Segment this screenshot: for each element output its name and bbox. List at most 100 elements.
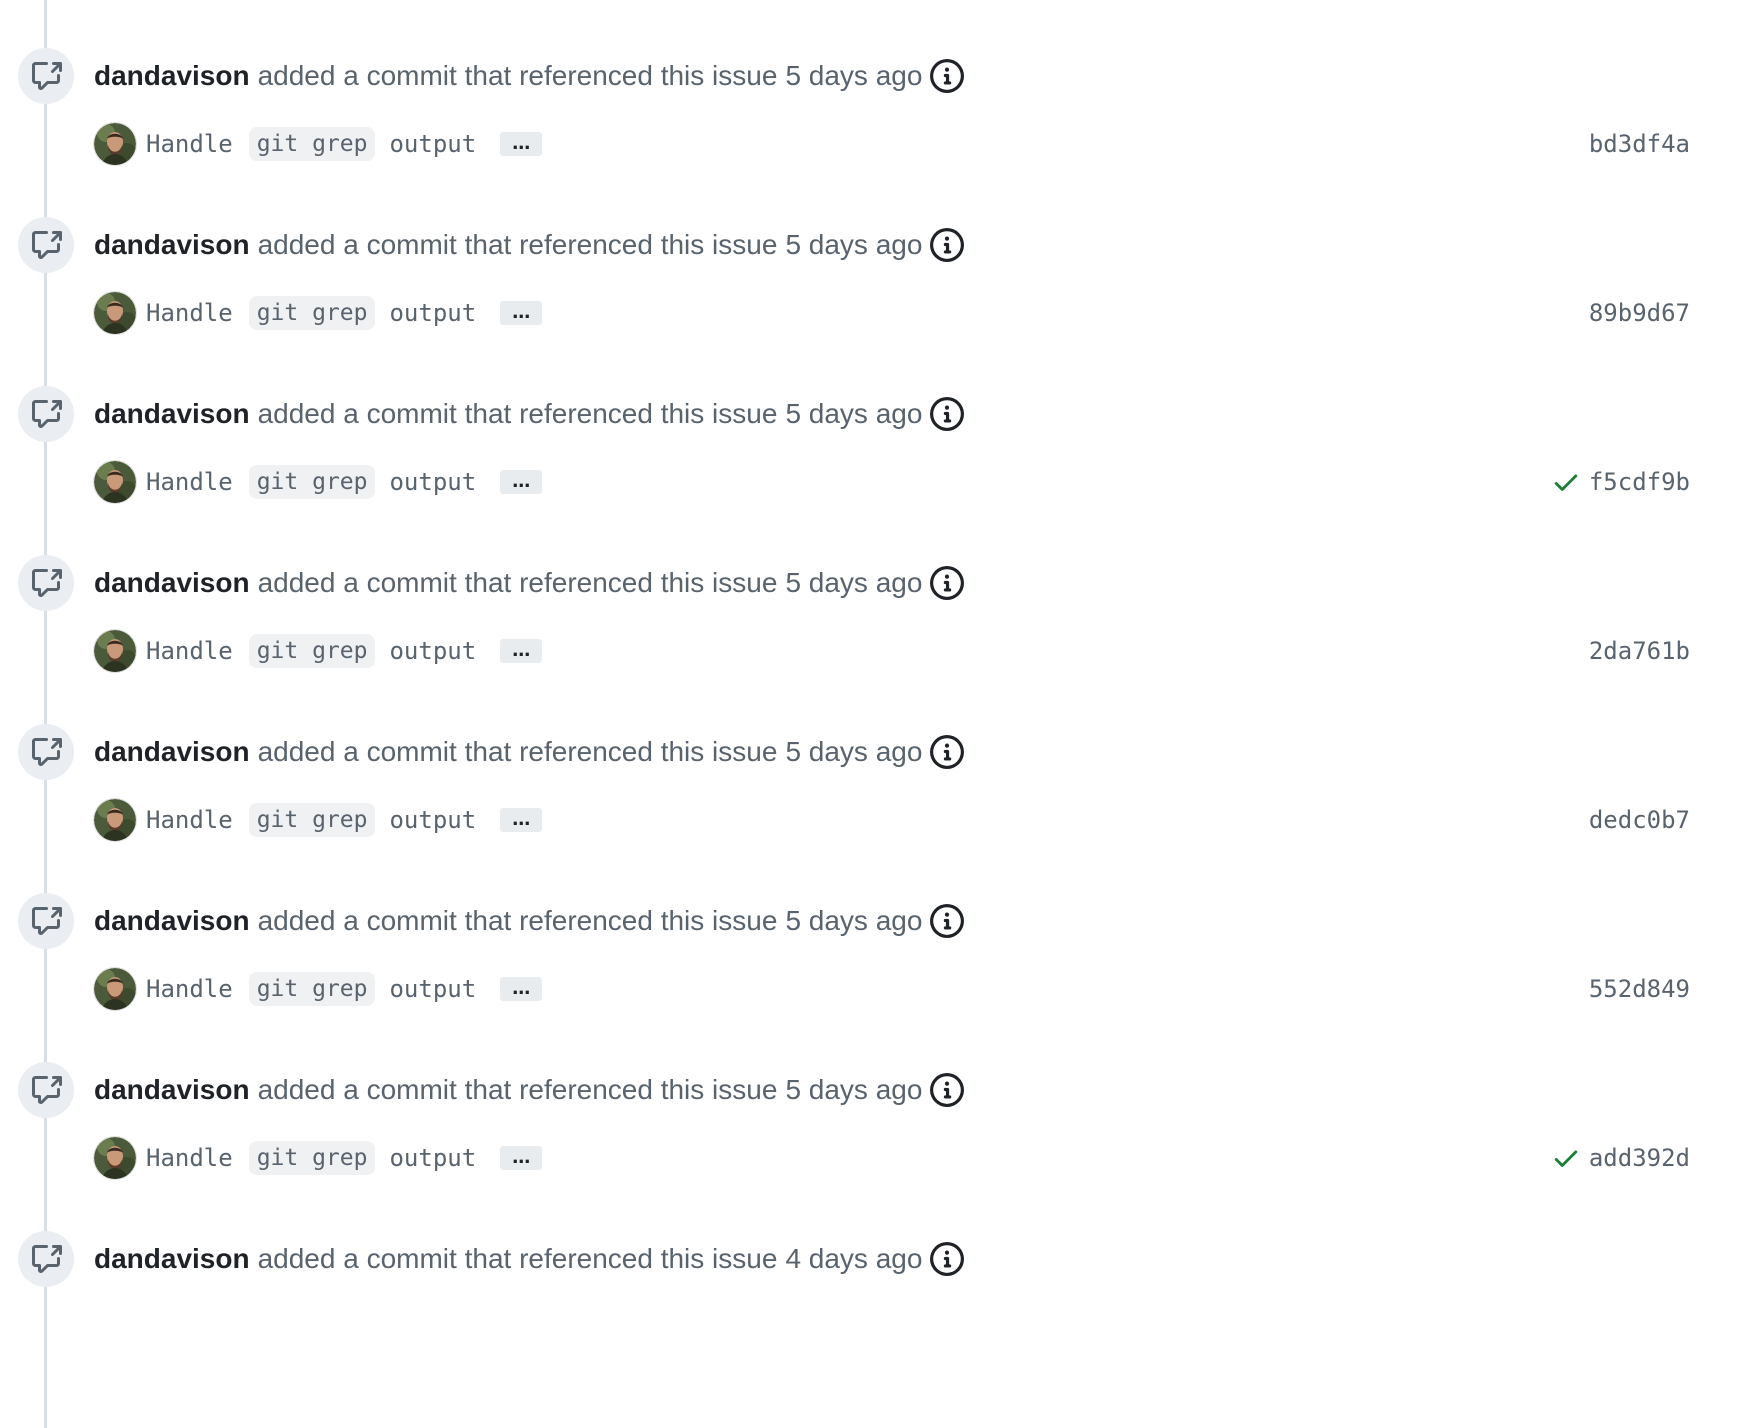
commit-message-text: Handle xyxy=(146,299,233,327)
cross-reference-icon xyxy=(18,555,74,611)
expand-commit-button[interactable]: … xyxy=(500,977,543,1001)
event-timestamp[interactable]: 5 days ago xyxy=(785,567,922,599)
user-avatar[interactable] xyxy=(94,1137,136,1179)
check-icon[interactable] xyxy=(1551,1143,1581,1173)
info-icon[interactable] xyxy=(930,904,965,938)
actor-link[interactable]: dandavison xyxy=(94,398,250,430)
commit-row: Handle git grep output … bd3df4a xyxy=(94,122,1690,166)
commit-sha-link[interactable]: f5cdf9b xyxy=(1589,468,1690,496)
inline-code: git grep xyxy=(248,972,376,1006)
commit-meta: bd3df4a xyxy=(1589,130,1690,158)
commit-message[interactable]: Handle git grep output … xyxy=(146,972,543,1006)
event-action-text: added a commit that referenced this issu… xyxy=(257,736,778,767)
inline-code: git grep xyxy=(248,1141,376,1175)
user-avatar[interactable] xyxy=(94,799,136,841)
cross-reference-icon xyxy=(18,1231,74,1287)
event-header: dandavison added a commit that reference… xyxy=(94,1066,965,1114)
expand-commit-button[interactable]: … xyxy=(500,808,543,832)
inline-code: git grep xyxy=(248,296,376,330)
event-timestamp[interactable]: 5 days ago xyxy=(785,1074,922,1106)
commit-sha-link[interactable]: 552d849 xyxy=(1589,975,1690,1003)
timeline-event: dandavison added a commit that reference… xyxy=(0,507,1744,695)
info-icon[interactable] xyxy=(930,566,965,600)
commit-message-text: Handle xyxy=(146,130,233,158)
info-icon[interactable] xyxy=(930,1073,965,1107)
check-icon[interactable] xyxy=(1551,467,1581,497)
commit-meta: 552d849 xyxy=(1589,975,1690,1003)
commit-message-text: Handle xyxy=(146,1144,233,1172)
expand-commit-button[interactable]: … xyxy=(500,132,543,156)
user-avatar[interactable] xyxy=(94,461,136,503)
commit-message[interactable]: Handle git grep output … xyxy=(146,803,543,837)
commit-message[interactable]: Handle git grep output … xyxy=(146,634,543,668)
commit-message-text: output xyxy=(389,468,477,496)
event-timestamp[interactable]: 5 days ago xyxy=(785,229,922,261)
expand-commit-button[interactable]: … xyxy=(500,639,543,663)
info-icon[interactable] xyxy=(930,397,965,431)
expand-commit-button[interactable]: … xyxy=(500,301,543,325)
event-action-text: added a commit that referenced this issu… xyxy=(257,60,778,91)
actor-link[interactable]: dandavison xyxy=(94,736,250,768)
commit-message-text: Handle xyxy=(146,975,233,1003)
actor-link[interactable]: dandavison xyxy=(94,567,250,599)
event-timestamp[interactable]: 5 days ago xyxy=(785,398,922,430)
commit-sha-link[interactable]: 89b9d67 xyxy=(1589,299,1690,327)
commit-message[interactable]: Handle git grep output … xyxy=(146,127,543,161)
commit-meta: 2da761b xyxy=(1589,637,1690,665)
event-header: dandavison added a commit that reference… xyxy=(94,221,965,269)
actor-link[interactable]: dandavison xyxy=(94,1074,250,1106)
event-action-text: added a commit that referenced this issu… xyxy=(257,229,778,260)
event-timestamp[interactable]: 5 days ago xyxy=(785,905,922,937)
info-icon[interactable] xyxy=(930,228,965,262)
event-action-text: added a commit that referenced this issu… xyxy=(257,1074,778,1105)
commit-message-text: Handle xyxy=(146,637,233,665)
commit-message-text: Handle xyxy=(146,468,233,496)
commit-row: Handle git grep output … add392d xyxy=(94,1136,1690,1180)
event-action-text: added a commit that referenced this issu… xyxy=(257,567,778,598)
user-avatar[interactable] xyxy=(94,123,136,165)
commit-row: Handle git grep output … 2da761b xyxy=(94,629,1690,673)
commit-meta: f5cdf9b xyxy=(1551,467,1690,497)
actor-link[interactable]: dandavison xyxy=(94,1243,250,1275)
commit-message-text: output xyxy=(389,637,477,665)
event-header: dandavison added a commit that reference… xyxy=(94,728,965,776)
actor-link[interactable]: dandavison xyxy=(94,60,250,92)
commit-meta: dedc0b7 xyxy=(1589,806,1690,834)
actor-link[interactable]: dandavison xyxy=(94,905,250,937)
commit-message-text: output xyxy=(389,975,477,1003)
user-avatar[interactable] xyxy=(94,968,136,1010)
event-header: dandavison added a commit that reference… xyxy=(94,559,965,607)
event-action-text: added a commit that referenced this issu… xyxy=(257,1243,778,1274)
event-timestamp[interactable]: 4 days ago xyxy=(785,1243,922,1275)
user-avatar[interactable] xyxy=(94,630,136,672)
info-icon[interactable] xyxy=(930,59,965,93)
inline-code: git grep xyxy=(248,127,376,161)
inline-code: git grep xyxy=(248,465,376,499)
actor-link[interactable]: dandavison xyxy=(94,229,250,261)
info-icon[interactable] xyxy=(930,1242,965,1276)
event-header: dandavison added a commit that reference… xyxy=(94,1235,965,1283)
commit-message[interactable]: Handle git grep output … xyxy=(146,1141,543,1175)
user-avatar[interactable] xyxy=(94,292,136,334)
event-header: dandavison added a commit that reference… xyxy=(94,897,965,945)
cross-reference-icon xyxy=(18,1062,74,1118)
commit-message-text: output xyxy=(389,130,477,158)
event-timestamp[interactable]: 5 days ago xyxy=(785,736,922,768)
event-timestamp[interactable]: 5 days ago xyxy=(785,60,922,92)
commit-sha-link[interactable]: dedc0b7 xyxy=(1589,806,1690,834)
commit-sha-link[interactable]: 2da761b xyxy=(1589,637,1690,665)
expand-commit-button[interactable]: … xyxy=(500,1146,543,1170)
commit-sha-link[interactable]: bd3df4a xyxy=(1589,130,1690,158)
commit-message-text: output xyxy=(389,806,477,834)
timeline-event: dandavison added a commit that reference… xyxy=(0,676,1744,864)
timeline-event: dandavison added a commit that reference… xyxy=(0,1183,1744,1371)
commit-message-text: Handle xyxy=(146,806,233,834)
commit-message[interactable]: Handle git grep output … xyxy=(146,296,543,330)
commit-message[interactable]: Handle git grep output … xyxy=(146,465,543,499)
commit-sha-link[interactable]: add392d xyxy=(1589,1144,1690,1172)
commit-meta: add392d xyxy=(1551,1143,1690,1173)
event-action-text: added a commit that referenced this issu… xyxy=(257,905,778,936)
expand-commit-button[interactable]: … xyxy=(500,470,543,494)
commit-row: Handle git grep output … 89b9d67 xyxy=(94,291,1690,335)
info-icon[interactable] xyxy=(930,735,965,769)
